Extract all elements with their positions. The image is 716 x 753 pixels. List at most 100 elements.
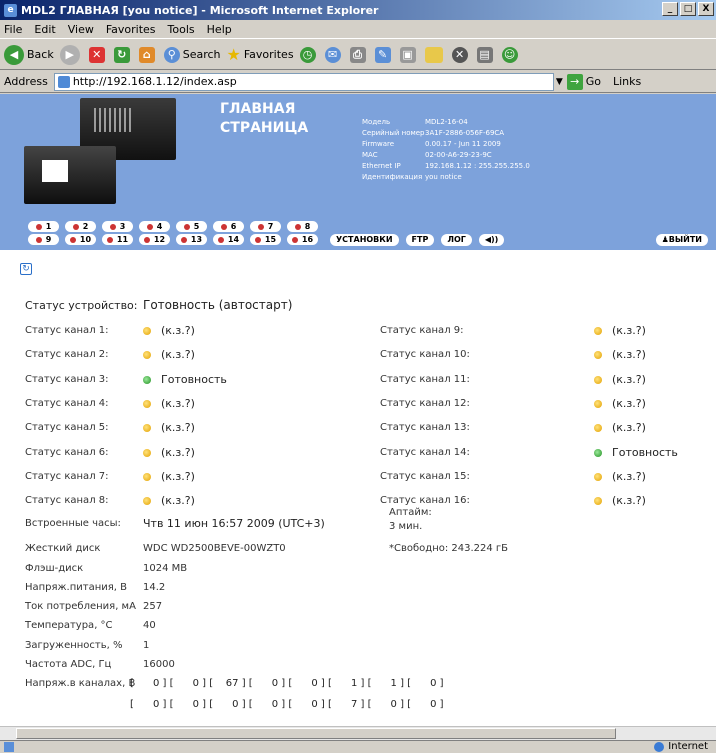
refresh-button[interactable]: ↻	[113, 46, 133, 63]
history-button[interactable]: ◷	[299, 46, 319, 63]
edit-button[interactable]: ✎	[374, 46, 394, 63]
links-button[interactable]: Links	[613, 75, 641, 88]
channel-status-value: (к.з.?)	[143, 324, 195, 337]
channel-status-label: Статус канал 3:	[25, 373, 109, 385]
status-led-icon	[594, 497, 602, 506]
channel-button-5[interactable]: 5	[176, 221, 207, 232]
menu-edit[interactable]: Edit	[34, 23, 55, 36]
status-led-icon	[594, 327, 602, 335]
current-value: 257	[143, 601, 163, 612]
status-text: (к.з.?)	[161, 445, 195, 459]
sound-button[interactable]: ◀))	[478, 234, 505, 246]
menu-favorites[interactable]: Favorites	[106, 23, 156, 36]
refresh-page-icon[interactable]: ↻	[20, 263, 32, 275]
channel-button-label: 5	[193, 222, 200, 231]
address-url: http://192.168.1.12/index.asp	[72, 75, 237, 88]
channel-button-label: 6	[230, 222, 237, 231]
print-button[interactable]: ⎙	[349, 46, 369, 63]
back-label: Back	[27, 48, 54, 61]
menu-file[interactable]: File	[4, 23, 22, 36]
maximize-button[interactable]: □	[680, 2, 696, 16]
channel-led-icon	[217, 236, 224, 243]
load-value: 1	[143, 640, 150, 651]
search-label: Search	[182, 48, 221, 61]
channel-button-10[interactable]: 10	[65, 234, 96, 245]
channel-button-7[interactable]: 7	[250, 221, 281, 232]
channel-button-6[interactable]: 6	[213, 221, 244, 232]
info-value: MDL2-16-04	[425, 118, 468, 126]
info-row: Ethernet IP 192.168.1.12 : 255.255.255.0	[362, 161, 530, 172]
messenger-icon: ☺	[501, 46, 518, 63]
channel-button-4[interactable]: 4	[139, 221, 170, 232]
log-button[interactable]: ЛОГ	[441, 234, 472, 246]
settings-button[interactable]: УСТАНОВКИ	[330, 234, 399, 246]
channel-button-label: 3	[119, 222, 126, 231]
channel-nav: 12345678 9 10 11 12 13 14 15 16	[28, 221, 324, 247]
status-led-icon	[143, 472, 151, 481]
menu-help[interactable]: Help	[207, 23, 232, 36]
go-label: Go	[585, 75, 601, 88]
status-led-icon	[594, 399, 602, 408]
discuss-button[interactable]: ▣	[399, 46, 419, 63]
voltage-value: 14.2	[143, 582, 166, 593]
status-led-icon	[143, 327, 151, 335]
minimize-button[interactable]: _	[662, 2, 678, 16]
channel-button-label: 12	[153, 235, 166, 244]
channel-button-9[interactable]: 9	[28, 234, 59, 245]
status-led-icon	[143, 448, 151, 457]
channel-button-3[interactable]: 3	[102, 221, 133, 232]
channel-button-14[interactable]: 14	[213, 234, 244, 245]
menu-tools[interactable]: Tools	[168, 23, 195, 36]
menu-view[interactable]: View	[68, 23, 94, 36]
zone-label: Internet	[668, 741, 708, 752]
back-button[interactable]: ◀ Back	[4, 44, 54, 65]
info-row: Модель MDL2-16-04	[362, 117, 530, 128]
research-icon: ▤	[476, 46, 493, 63]
channel-button-1[interactable]: 1	[28, 221, 59, 232]
block-button[interactable]: ✕	[451, 46, 471, 63]
search-button[interactable]: ⚲ Search	[163, 46, 221, 63]
mail-button[interactable]: ✉	[324, 46, 344, 63]
status-text: (к.з.?)	[161, 421, 195, 435]
channel-led-icon	[291, 236, 298, 243]
ftp-button[interactable]: FTP	[405, 234, 435, 246]
channel-led-icon	[220, 223, 227, 230]
address-input[interactable]: http://192.168.1.12/index.asp	[53, 72, 554, 91]
channel-button-13[interactable]: 13	[176, 234, 207, 245]
channel-status-label: Статус канал 7:	[25, 470, 109, 482]
favorites-label: Favorites	[243, 48, 294, 61]
info-key: Модель	[362, 118, 391, 126]
close-button[interactable]: X	[698, 2, 714, 16]
status-text: (к.з.?)	[161, 324, 195, 337]
folder-button[interactable]	[424, 46, 446, 63]
channel-button-2[interactable]: 2	[65, 221, 96, 232]
forward-button[interactable]: ▶	[59, 44, 83, 65]
address-label: Address	[4, 75, 48, 88]
status-text: (к.з.?)	[612, 469, 646, 483]
channel-button-15[interactable]: 15	[250, 234, 281, 245]
channel-button-8[interactable]: 8	[287, 221, 318, 232]
page-title: ГЛАВНАЯ СТРАНИЦА	[220, 101, 309, 136]
stop-button[interactable]: ✕	[88, 46, 108, 63]
favorites-button[interactable]: ★ Favorites	[227, 45, 294, 64]
adc-label: Частота ADC, Гц	[25, 659, 112, 670]
channel-button-label: 14	[227, 235, 240, 244]
search-icon: ⚲	[163, 46, 180, 63]
channel-button-11[interactable]: 11	[102, 234, 133, 245]
exit-button[interactable]: ♟ВЫЙТИ	[655, 234, 708, 246]
go-button[interactable]: → Go	[566, 73, 601, 90]
research-button[interactable]: ▤	[476, 46, 496, 63]
channel-button-12[interactable]: 12	[139, 234, 170, 245]
horizontal-scrollbar[interactable]	[0, 726, 716, 740]
channel-led-icon	[146, 223, 153, 230]
stop-icon: ✕	[88, 46, 105, 63]
messenger-button[interactable]: ☺	[501, 46, 521, 63]
adc-value: 16000	[143, 659, 175, 670]
info-value: you notice	[425, 173, 462, 181]
home-button[interactable]: ⌂	[138, 46, 158, 63]
channel-status-value: (к.з.?)	[143, 421, 195, 434]
channel-button-16[interactable]: 16	[287, 234, 318, 245]
user-icon: ♟	[661, 235, 669, 244]
scrollbar-thumb[interactable]	[16, 728, 616, 739]
address-dropdown-icon[interactable]: ▼	[556, 77, 563, 87]
